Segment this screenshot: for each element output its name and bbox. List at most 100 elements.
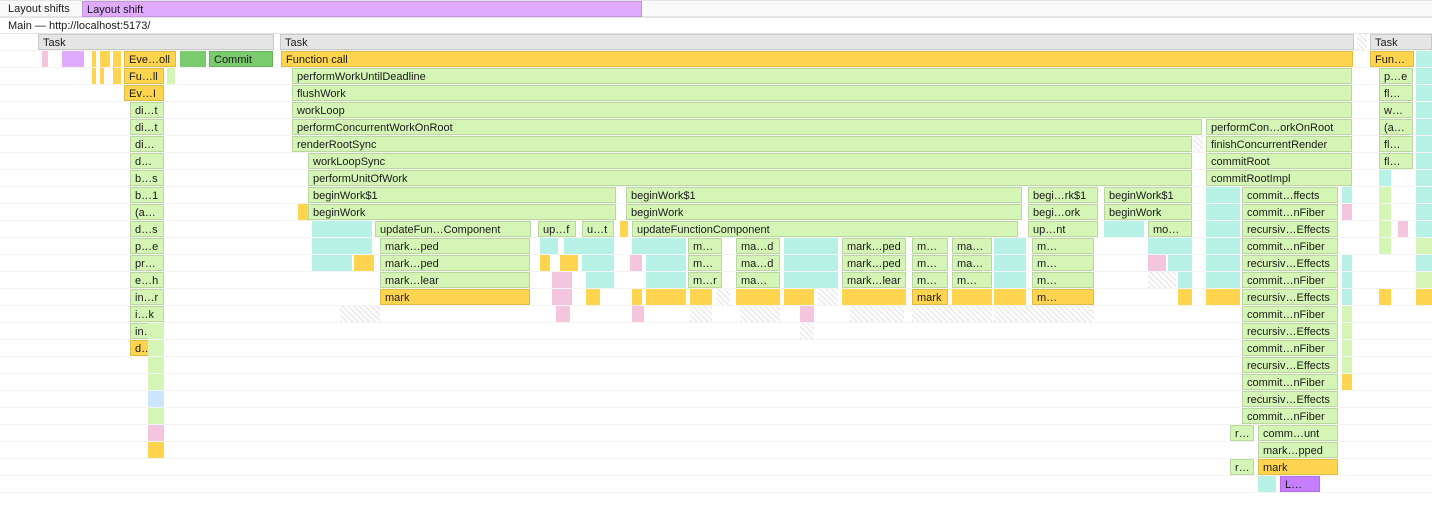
commit-nfiber[interactable]: commit…nFiber	[1242, 204, 1338, 220]
mad-bar[interactable]: ma…d	[736, 255, 780, 271]
a-bar[interactable]: (a…)	[130, 204, 164, 220]
finishConcurrentRender[interactable]: finishConcurrentRender	[1206, 136, 1352, 152]
begi-rk1[interactable]: begi…rk$1	[1028, 187, 1098, 203]
small-bar[interactable]	[113, 51, 121, 67]
workLoop[interactable]: workLoop	[292, 102, 1352, 118]
commitRootImpl[interactable]: commitRootImpl	[1206, 170, 1352, 186]
teal-bar[interactable]	[784, 238, 838, 254]
eh-bar[interactable]: e…h	[130, 272, 164, 288]
tiny-bar[interactable]	[1416, 187, 1432, 203]
pink-bar[interactable]	[552, 272, 572, 288]
yellow-bar[interactable]	[952, 289, 992, 305]
pink-bar[interactable]	[1398, 221, 1408, 237]
beginWork[interactable]: beginWork	[308, 204, 616, 220]
diy-bar[interactable]: di…y	[130, 136, 164, 152]
marklear-bar[interactable]: mark…lear	[380, 272, 530, 288]
ut-bar[interactable]: u…t	[582, 221, 614, 237]
inr-bar[interactable]: in…r	[130, 289, 164, 305]
small-bar[interactable]	[1416, 136, 1432, 152]
fu-bar[interactable]: Fu…ll	[124, 68, 164, 84]
small-bar[interactable]	[100, 51, 110, 67]
tiny-bar[interactable]	[1342, 272, 1352, 288]
pink-bar[interactable]	[630, 255, 642, 271]
b1-bar[interactable]: b…1	[130, 187, 164, 203]
yellow-bar[interactable]	[842, 289, 906, 305]
renderRootSync[interactable]: renderRootSync	[292, 136, 1192, 152]
begi-ork[interactable]: begi…ork	[1028, 204, 1098, 220]
task-bar[interactable]: Task	[280, 34, 1354, 50]
teal-bar[interactable]	[632, 238, 686, 254]
teal-bar[interactable]	[582, 255, 614, 271]
teal-bar[interactable]	[994, 255, 1026, 271]
teal-bar[interactable]	[540, 238, 558, 254]
tiny-bar[interactable]	[1379, 204, 1391, 220]
recursiv-effects[interactable]: recursiv…Effects	[1242, 255, 1338, 271]
tiny-bar[interactable]	[1416, 289, 1432, 305]
tiny-bar[interactable]	[1342, 357, 1352, 373]
small-bar[interactable]	[1379, 170, 1391, 186]
teal-bar[interactable]	[646, 272, 686, 288]
yellow-bar[interactable]	[736, 289, 780, 305]
recursiv-effects[interactable]: recursiv…Effects	[1242, 323, 1338, 339]
tiny-bar[interactable]	[1342, 306, 1352, 322]
m-bar[interactable]: m…	[688, 238, 722, 254]
teal-bar[interactable]	[312, 255, 352, 271]
teal-bar[interactable]	[1104, 221, 1144, 237]
tiny-bar[interactable]	[1206, 221, 1240, 237]
flrk-bar[interactable]: fl…rk	[1379, 85, 1413, 101]
main-thread-header[interactable]: Main — http://localhost:5173/	[0, 17, 1432, 34]
tiny-bar[interactable]	[1342, 374, 1352, 390]
mark-bar[interactable]: mark	[1258, 459, 1338, 475]
small-bar[interactable]	[1416, 119, 1432, 135]
small-bar[interactable]	[1416, 170, 1432, 186]
teal-bar[interactable]	[646, 255, 686, 271]
recursiv-effects[interactable]: recursiv…Effects	[1242, 221, 1338, 237]
tiny-bar[interactable]	[298, 204, 308, 220]
ev-bar[interactable]: Ev…I	[124, 85, 164, 101]
small-bar[interactable]	[92, 51, 96, 67]
tiny-bar[interactable]	[1416, 238, 1432, 254]
pink-bar[interactable]	[632, 306, 644, 322]
tiny-bar[interactable]	[1342, 289, 1352, 305]
beginWork1[interactable]: beginWork$1	[308, 187, 616, 203]
beginWork1[interactable]: beginWork$1	[1104, 187, 1192, 203]
dit-bar[interactable]: di…t	[130, 102, 164, 118]
commit-nfiber[interactable]: commit…nFiber	[1242, 306, 1338, 322]
tiny-bar[interactable]	[1206, 255, 1240, 271]
yellow-bar[interactable]	[1379, 289, 1391, 305]
tiny-bar[interactable]	[620, 221, 628, 237]
l-bar[interactable]: L…	[1280, 476, 1320, 492]
tiny-bar[interactable]	[1379, 187, 1391, 203]
m-bar[interactable]: m…	[1032, 289, 1094, 305]
commit-nfiber[interactable]: commit…nFiber	[1242, 272, 1338, 288]
small-bar[interactable]	[148, 391, 164, 407]
commit-nfiber[interactable]: commit…nFiber	[1242, 238, 1338, 254]
tiny-bar[interactable]	[1206, 204, 1240, 220]
tiny-bar[interactable]	[1258, 476, 1276, 492]
yellow-bar[interactable]	[690, 289, 712, 305]
pe-bar[interactable]: p…e	[1379, 68, 1413, 84]
tiny-bar[interactable]	[1416, 272, 1432, 288]
teal-bar[interactable]	[784, 255, 838, 271]
tiny-bar[interactable]	[1342, 340, 1352, 356]
flts-bar[interactable]: fl…ts	[1379, 136, 1413, 152]
small-bar[interactable]	[148, 442, 164, 458]
prr-bar[interactable]: pr…r	[130, 255, 164, 271]
commit-effects[interactable]: commit…ffects	[1242, 187, 1338, 203]
yellow-bar[interactable]	[1178, 289, 1192, 305]
commit-nfiber[interactable]: commit…nFiber	[1242, 408, 1338, 424]
small-bar[interactable]	[92, 68, 96, 84]
md-bar[interactable]: m…d	[912, 255, 948, 271]
function-call-bar[interactable]: Function call	[281, 51, 1353, 67]
yellow-bar[interactable]	[354, 255, 374, 271]
teal-bar[interactable]	[1168, 255, 1192, 271]
marklear-bar[interactable]: mark…lear	[842, 272, 906, 288]
pink-bar[interactable]	[1342, 204, 1352, 220]
task-bar[interactable]: Task	[38, 34, 274, 50]
small-bar[interactable]	[148, 408, 164, 424]
bs-bar[interactable]: b…s	[130, 170, 164, 186]
mr-bar[interactable]: m…r	[688, 272, 722, 288]
m-bar[interactable]: m…	[1032, 255, 1094, 271]
recursiv-effects[interactable]: recursiv…Effects	[1242, 357, 1338, 373]
small-bar[interactable]	[148, 425, 164, 441]
